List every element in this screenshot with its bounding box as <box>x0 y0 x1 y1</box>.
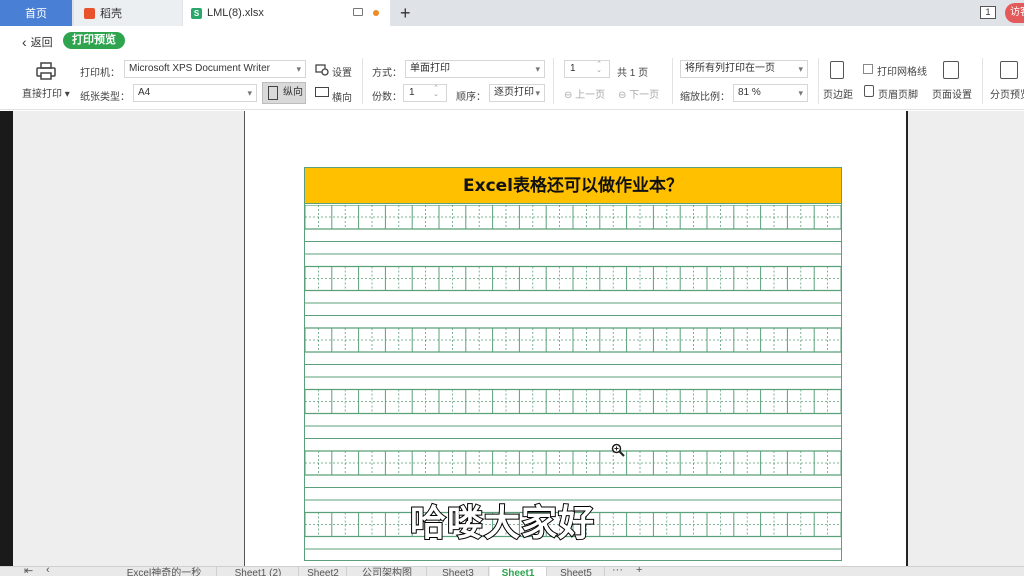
tab-bar: 首页 稻壳 S LML(8).xlsx + 1 访客 <box>0 0 1024 26</box>
printer-label: 打印机： <box>80 68 120 79</box>
circle-right-icon: ⊖ <box>618 90 627 101</box>
landscape-button[interactable]: 横向 <box>332 89 352 104</box>
sheet-tab-divider <box>346 567 347 576</box>
sheet-tab[interactable]: Excel神奇的一秒 <box>112 567 216 576</box>
more-sheets-button[interactable]: ··· <box>612 567 623 576</box>
zoom-select[interactable]: 81 % <box>733 84 808 102</box>
order-select[interactable]: 逐页打印 <box>489 84 545 102</box>
prev-sheet-icon[interactable]: ‹ <box>46 567 50 576</box>
tab-home-label: 首页 <box>25 8 47 20</box>
sheet-tab-divider <box>488 567 489 576</box>
printer-icon[interactable] <box>36 62 56 80</box>
first-sheet-icon[interactable]: ⇤ <box>24 567 33 576</box>
settings-icon[interactable] <box>315 64 329 76</box>
print-gridlines-checkbox[interactable] <box>863 64 873 74</box>
total-pages: 共 1 页 <box>617 68 649 79</box>
tab-home[interactable]: 首页 <box>0 0 72 26</box>
margins-icon <box>830 61 844 79</box>
prev-page-label: 上一页 <box>575 90 606 101</box>
circle-left-icon: ⊖ <box>564 90 573 101</box>
next-page-button[interactable]: ⊖ 下一页 <box>618 86 659 101</box>
sheet-tab-divider <box>216 567 217 576</box>
unsaved-dot-icon <box>373 10 379 16</box>
toolbar-divider <box>818 58 819 104</box>
sheet-tab-divider <box>546 567 547 576</box>
video-subtitle: 哈喽大家好 <box>409 502 596 545</box>
margins-button[interactable]: 页边距 <box>823 86 853 101</box>
tab-daoke[interactable]: 稻壳 <box>74 0 182 26</box>
portrait-label: 纵向 <box>283 87 303 98</box>
paper-label: 纸张类型： <box>80 92 130 103</box>
settings-button[interactable]: 设置 <box>332 64 352 79</box>
sheet-tab-divider <box>426 567 427 576</box>
next-page-label: 下一页 <box>629 90 660 101</box>
fit-mode-select[interactable]: 将所有列打印在一页 <box>680 60 808 78</box>
direct-print-button[interactable]: 直接打印 ▾ <box>22 85 70 100</box>
order-label: 顺序： <box>456 92 486 103</box>
left-edge <box>0 111 13 576</box>
user-avatar[interactable]: 访客 <box>1005 3 1024 23</box>
toolbar-divider <box>982 58 983 104</box>
zoom-cursor-icon <box>611 443 625 457</box>
copies-label: 份数： <box>372 92 402 103</box>
paper-select[interactable]: A4 <box>133 84 257 102</box>
daoke-icon <box>84 7 95 19</box>
sheet-tab-divider <box>298 567 299 576</box>
tab-document-label: LML(8).xlsx <box>207 7 264 19</box>
zoom-label: 缩放比例： <box>680 92 730 103</box>
page-number-stepper[interactable]: 1 <box>564 60 610 78</box>
spreadsheet-icon: S <box>191 7 202 19</box>
toolbar-divider <box>362 58 363 104</box>
mode-select[interactable]: 单面打印 <box>405 60 545 78</box>
print-gridlines-label: 打印网格线 <box>877 67 927 78</box>
portrait-page-icon <box>268 86 278 100</box>
sheet-tab-divider <box>604 567 605 576</box>
new-tab-button[interactable]: + <box>400 2 411 24</box>
header-footer-button[interactable]: 页眉页脚 <box>878 86 918 101</box>
mode-label: 方式： <box>372 68 402 79</box>
printer-select[interactable]: Microsoft XPS Document Writer <box>124 60 306 78</box>
print-preview-badge: 打印预览 <box>63 32 125 49</box>
page-setup-icon <box>943 61 959 79</box>
monitor-icon[interactable] <box>353 8 363 16</box>
sheet-tab-bar: ⇤ ‹ Excel神奇的一秒 Sheet1 (2) Sheet2 公司架构图 Sheet… <box>0 566 1024 576</box>
page-break-preview-icon <box>1000 61 1018 79</box>
document-title: Excel表格还可以做作业本？ <box>305 168 841 204</box>
direct-print-label: 直接打印 <box>22 89 62 100</box>
header-footer-icon <box>864 85 874 97</box>
sheet-tab[interactable]: Sheet5 <box>548 567 604 576</box>
sheet-tab[interactable]: Sheet1 <box>490 567 546 576</box>
toolbar-divider <box>553 58 554 104</box>
chevron-left-icon: ‹ <box>22 34 27 50</box>
sheet-tab[interactable]: Sheet1 (2) <box>218 567 298 576</box>
sheet-tab[interactable]: Sheet2 <box>300 567 346 576</box>
back-button[interactable]: ‹ 返回 <box>22 34 53 50</box>
window-count-badge[interactable]: 1 <box>980 6 996 19</box>
landscape-page-icon <box>315 87 329 97</box>
print-preview-toolbar: ‹ 返回 打印预览 直接打印 ▾ 打印机： Microsoft XPS Docu… <box>0 26 1024 110</box>
portrait-button[interactable]: 纵向 <box>262 82 306 104</box>
sheet-tab[interactable]: Sheet3 <box>428 567 488 576</box>
copies-stepper[interactable]: 1 <box>403 84 447 102</box>
tab-daoke-label: 稻壳 <box>100 8 122 20</box>
add-sheet-button[interactable]: + <box>636 567 642 576</box>
page-setup-button[interactable]: 页面设置 <box>932 86 972 101</box>
sheet-tab[interactable]: 公司架构图 <box>348 567 426 576</box>
tab-document[interactable]: S LML(8).xlsx <box>183 0 390 26</box>
back-label: 返回 <box>30 37 53 49</box>
prev-page-button[interactable]: ⊖ 上一页 <box>564 86 605 101</box>
toolbar-divider <box>672 58 673 104</box>
page-break-preview-button[interactable]: 分页预览 <box>990 86 1024 101</box>
